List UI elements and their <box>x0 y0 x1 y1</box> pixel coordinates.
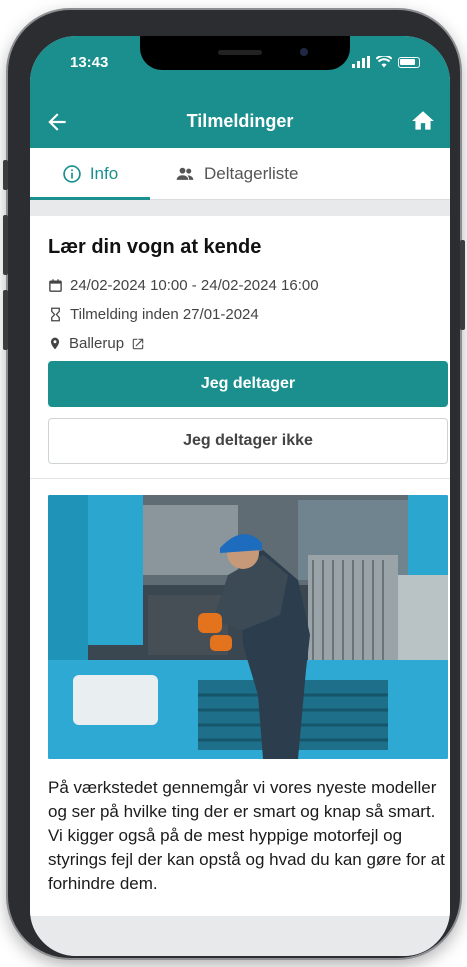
location-pin-icon <box>50 337 60 350</box>
info-icon <box>63 164 81 183</box>
accept-button[interactable]: Jeg deltager <box>48 361 448 407</box>
hourglass-icon <box>51 307 60 322</box>
home-icon[interactable] <box>410 108 436 134</box>
tab-info-label: Info <box>89 163 119 183</box>
power-button <box>460 240 465 330</box>
cellular-signal-icon <box>352 56 370 68</box>
notch <box>140 36 350 70</box>
bottom-area <box>30 916 450 956</box>
people-icon <box>176 167 194 180</box>
phone-frame: 13:43 Tilmeldinger Info Deltagerliste Læ… <box>3 10 465 958</box>
tab-bar: Info Deltagerliste <box>30 148 450 200</box>
mute-switch <box>3 160 8 190</box>
page-title: Tilmeldinger <box>186 111 294 131</box>
event-location-text[interactable]: Ballerup <box>69 335 124 352</box>
battery-icon <box>398 56 420 68</box>
volume-down-button <box>3 290 8 350</box>
event-deadline: Tilmelding inden 27/01-2024 <box>48 306 259 323</box>
tab-deltagerliste-label: Deltagerliste <box>204 163 299 183</box>
status-bar: 13:43 <box>30 36 450 96</box>
status-time: 13:43 <box>70 54 109 71</box>
status-icons <box>352 56 420 68</box>
external-link-icon[interactable] <box>131 337 145 351</box>
tab-deltagerliste[interactable]: Deltagerliste <box>150 148 299 199</box>
event-photo <box>48 495 448 759</box>
wifi-icon <box>376 56 392 68</box>
calendar-icon <box>49 279 62 292</box>
event-title: Lær din vogn at kende <box>48 236 262 258</box>
event-datetime-text: 24/02-2024 10:00 - 24/02-2024 16:00 <box>70 277 319 294</box>
decline-button[interactable]: Jeg deltager ikke <box>48 418 448 464</box>
event-card: Lær din vogn at kende 24/02-2024 10:00 -… <box>30 216 450 482</box>
event-deadline-text: Tilmelding inden 27/01-2024 <box>70 306 259 323</box>
tab-info[interactable]: Info <box>30 148 150 200</box>
description-card: På værkstedet gennemgår vi vores nyeste … <box>30 478 450 916</box>
event-location: Ballerup <box>48 335 145 352</box>
app-bar: Tilmeldinger <box>30 96 450 148</box>
event-datetime: 24/02-2024 10:00 - 24/02-2024 16:00 <box>48 277 319 294</box>
camera <box>300 48 308 56</box>
screen: 13:43 Tilmeldinger Info Deltagerliste Læ… <box>30 36 450 956</box>
volume-up-button <box>3 215 8 275</box>
speaker <box>218 50 262 55</box>
event-description: På værkstedet gennemgår vi vores nyeste … <box>48 778 445 893</box>
